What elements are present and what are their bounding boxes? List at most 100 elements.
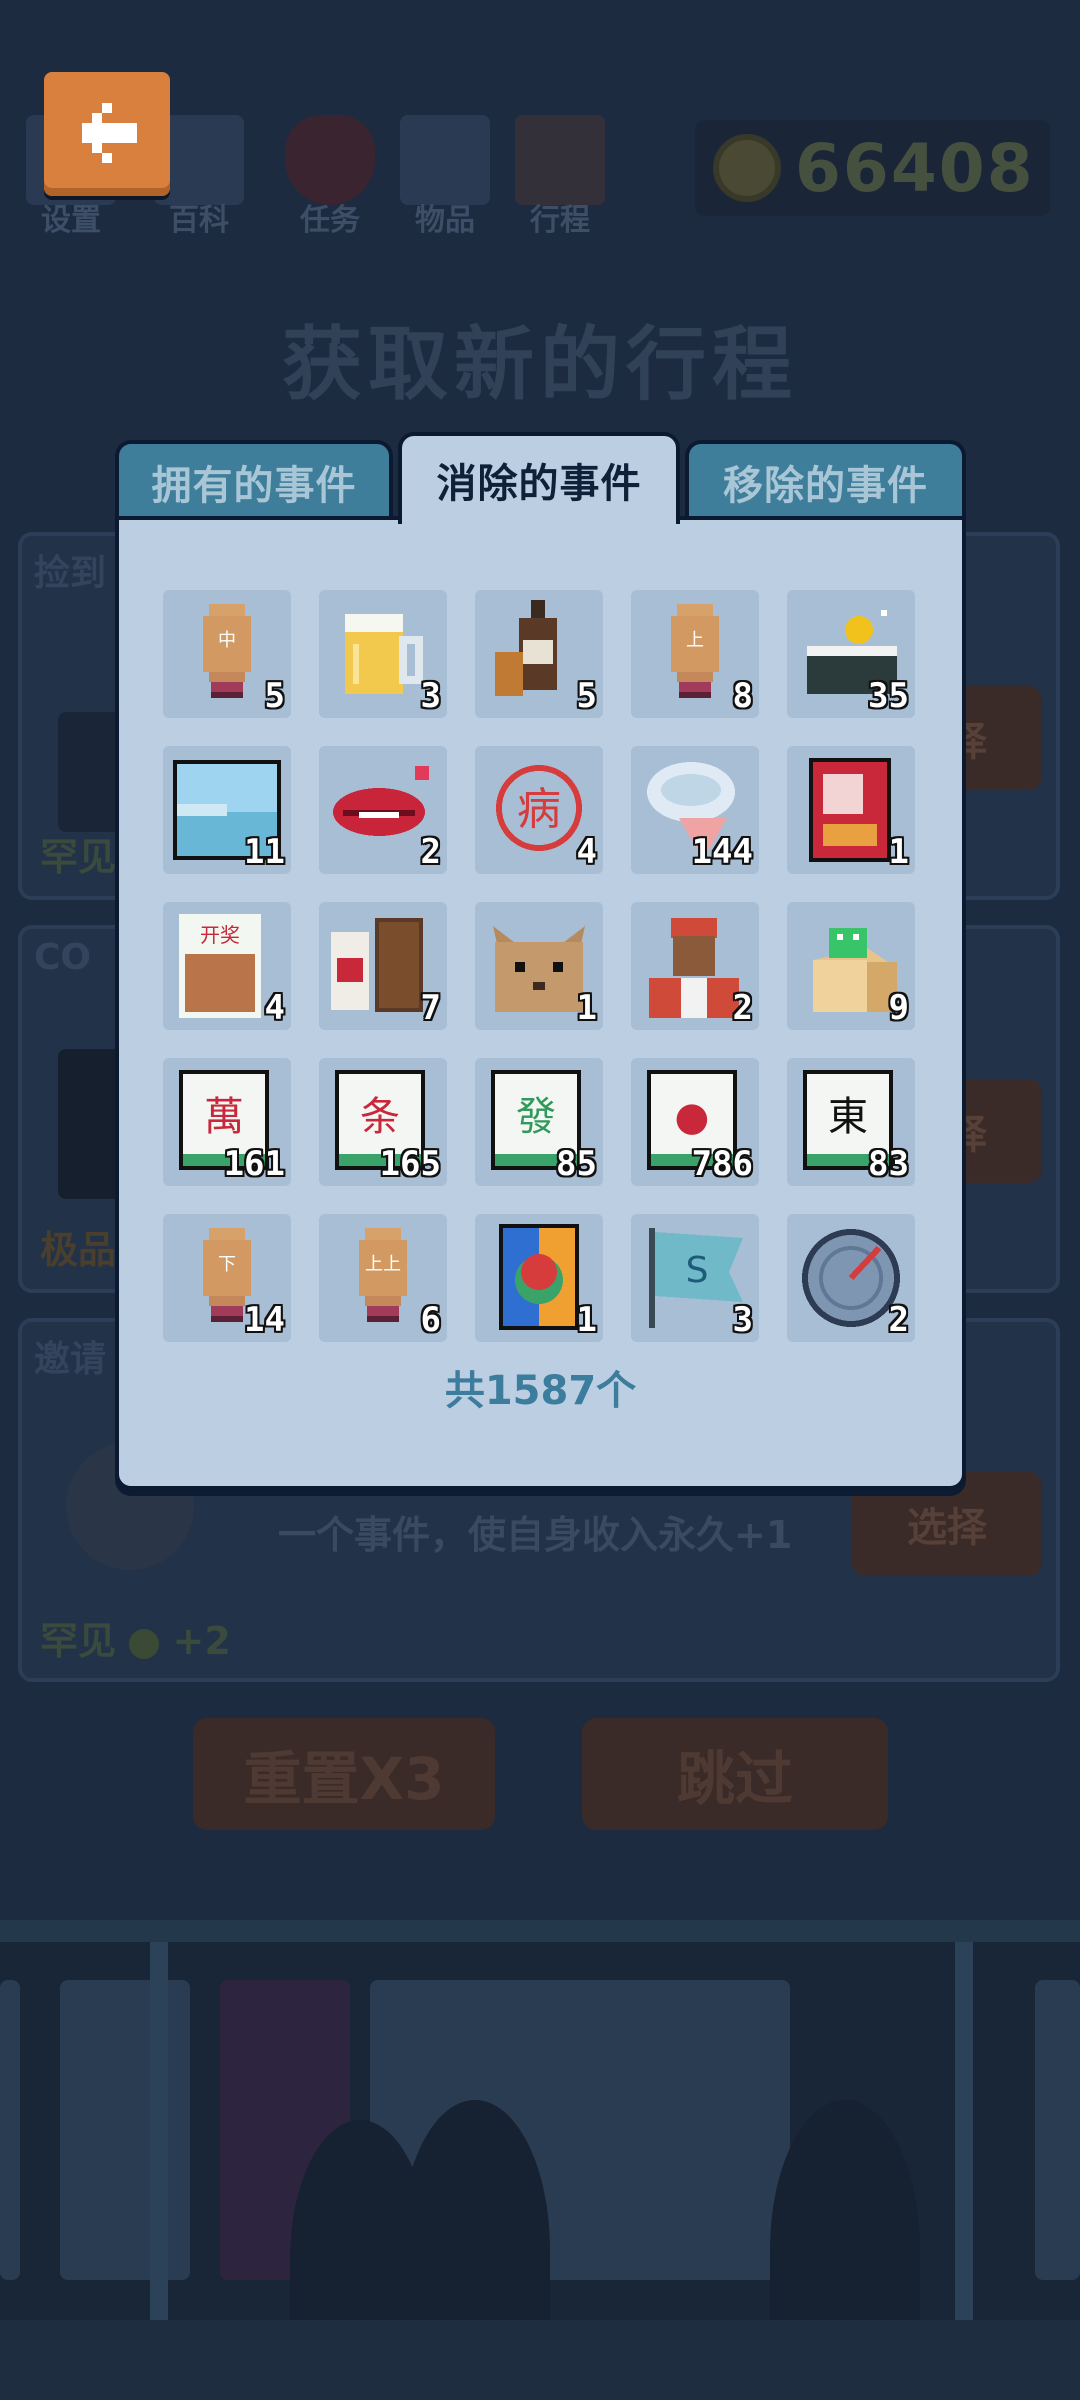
- event-item-cell[interactable]: 病4: [475, 746, 603, 874]
- nav-schedule[interactable]: 行程: [505, 115, 615, 239]
- event-item-cell[interactable]: 2: [319, 746, 447, 874]
- event-item-cell[interactable]: 1: [475, 1214, 603, 1342]
- nav-items[interactable]: 物品: [390, 115, 500, 239]
- event-item-count: 1: [576, 988, 597, 1028]
- event-item-cell[interactable]: 35: [787, 590, 915, 718]
- event-card-2-rarity: 极品: [40, 1228, 117, 1272]
- event-item-count: 4: [576, 832, 597, 872]
- event-item-count: 3: [732, 1300, 753, 1340]
- events-panel: 中 5 3 5 上 8 35 11 2 病 4 144 1 开奖 4 7 1 2 9 萬 161 条 165 發 85 ● 786 東…: [115, 516, 966, 1490]
- event-item-count: 83: [868, 1144, 909, 1184]
- train-window: [0, 1980, 20, 2280]
- event-item-cell[interactable]: 萬 161: [163, 1058, 291, 1186]
- event-item-cell[interactable]: 上8: [631, 590, 759, 718]
- event-item-cell[interactable]: 条 165: [319, 1058, 447, 1186]
- svg-text:S: S: [686, 1250, 709, 1291]
- event-item-cell[interactable]: 2: [631, 902, 759, 1030]
- tab-owned-events[interactable]: 拥有的事件: [115, 440, 393, 520]
- event-item-count: 35: [868, 676, 909, 716]
- event-item-count: 3: [420, 676, 441, 716]
- coin-value: 66408: [795, 130, 1035, 207]
- event-item-cell[interactable]: 7: [319, 902, 447, 1030]
- event-item-count: 85: [556, 1144, 597, 1184]
- train-window: [60, 1980, 190, 2280]
- train-seat: [0, 2320, 1080, 2400]
- event-item-cell[interactable]: S3: [631, 1214, 759, 1342]
- event-card-1-tag: 捡到: [34, 553, 107, 594]
- tab-removed-events[interactable]: 移除的事件: [685, 440, 966, 520]
- event-item-count: 2: [420, 832, 441, 872]
- event-item-count: 5: [576, 676, 597, 716]
- svg-text:萬: 萬: [204, 1094, 244, 1140]
- event-item-cell[interactable]: 東 83: [787, 1058, 915, 1186]
- task-heart-icon: [285, 115, 375, 205]
- event-item-cell[interactable]: 3: [319, 590, 447, 718]
- event-item-cell[interactable]: ● 786: [631, 1058, 759, 1186]
- event-item-cell[interactable]: 上上 6: [319, 1214, 447, 1342]
- event-item-count: 7: [420, 988, 441, 1028]
- event-item-count: 6: [420, 1300, 441, 1340]
- nav-tasks[interactable]: 任务: [275, 115, 385, 239]
- nav-items-label: 物品: [415, 203, 475, 238]
- schedule-calendar-icon: [515, 115, 605, 205]
- event-item-cell[interactable]: 9: [787, 902, 915, 1030]
- event-item-count: 786: [691, 1144, 753, 1184]
- event-item-cell[interactable]: 144: [631, 746, 759, 874]
- svg-text:病: 病: [517, 784, 561, 835]
- svg-text:开奖: 开奖: [200, 923, 240, 947]
- event-item-cell[interactable]: 發 85: [475, 1058, 603, 1186]
- svg-text:条: 条: [360, 1094, 400, 1140]
- event-card-1-rarity: 罕见: [40, 835, 117, 879]
- event-item-cell[interactable]: 下 14: [163, 1214, 291, 1342]
- back-button[interactable]: [44, 72, 170, 196]
- event-item-cell[interactable]: 中5: [163, 590, 291, 718]
- event-card-3-tag: 邀请: [34, 1339, 107, 1380]
- svg-text:上上: 上上: [365, 1254, 401, 1275]
- page-title: 获取新的行程: [282, 318, 798, 411]
- event-item-cell[interactable]: 1: [475, 902, 603, 1030]
- event-card-3-rarity: 罕见: [40, 1619, 117, 1663]
- event-item-count: 5: [264, 676, 285, 716]
- event-card-2-tag: CO: [34, 937, 92, 978]
- train-rail: [0, 1920, 1080, 1942]
- svg-text:東: 東: [828, 1094, 868, 1140]
- svg-text:●: ●: [675, 1094, 710, 1140]
- back-arrow-icon: [82, 103, 137, 163]
- event-item-count: 11: [244, 832, 285, 872]
- event-card-3-bonus: +2: [172, 1619, 231, 1663]
- event-item-count: 144: [691, 832, 753, 872]
- nav-encyclopedia-label: 百科: [169, 203, 229, 238]
- svg-text:中: 中: [218, 630, 236, 651]
- svg-text:下: 下: [218, 1254, 236, 1275]
- event-item-count: 4: [264, 988, 285, 1028]
- train-illustration: [0, 1920, 1080, 2400]
- items-icon: [400, 115, 490, 205]
- event-item-count: 2: [732, 988, 753, 1028]
- event-item-cell[interactable]: 11: [163, 746, 291, 874]
- skip-button[interactable]: 跳过: [582, 1718, 888, 1830]
- event-item-count: 8: [732, 676, 753, 716]
- train-window: [1035, 1980, 1080, 2280]
- svg-text:發: 發: [516, 1094, 556, 1140]
- event-item-cell[interactable]: 5: [475, 590, 603, 718]
- event-item-count: 161: [223, 1144, 285, 1184]
- tab-eliminated-events[interactable]: 消除的事件: [398, 432, 680, 524]
- event-item-count: 9: [888, 988, 909, 1028]
- event-item-count: 14: [244, 1300, 285, 1340]
- event-item-count: 2: [888, 1300, 909, 1340]
- event-item-cell[interactable]: 2: [787, 1214, 915, 1342]
- nav-settings-label: 设置: [41, 203, 101, 238]
- coin-small-icon: [129, 1628, 160, 1659]
- coin-icon: [713, 134, 781, 202]
- event-item-count: 1: [576, 1300, 597, 1340]
- event-item-cell[interactable]: 开奖 4: [163, 902, 291, 1030]
- coin-counter: 66408: [695, 120, 1050, 216]
- reset-button[interactable]: 重置X3: [193, 1718, 495, 1830]
- events-total: 共1587个: [444, 1368, 637, 1414]
- events-modal: 拥有的事件 消除的事件 移除的事件 中 5 3 5 上 8 35 11 2 病 4 144 1 开奖 4 7 1…: [115, 432, 966, 1490]
- event-item-count: 1: [888, 832, 909, 872]
- svg-text:上: 上: [686, 630, 704, 651]
- event-item-cell[interactable]: 1: [787, 746, 915, 874]
- event-card-3-rarity-row: 罕见 +2: [40, 1610, 231, 1665]
- event-card-3-description: 一个事件，使自身收入永久+1: [278, 1513, 793, 1557]
